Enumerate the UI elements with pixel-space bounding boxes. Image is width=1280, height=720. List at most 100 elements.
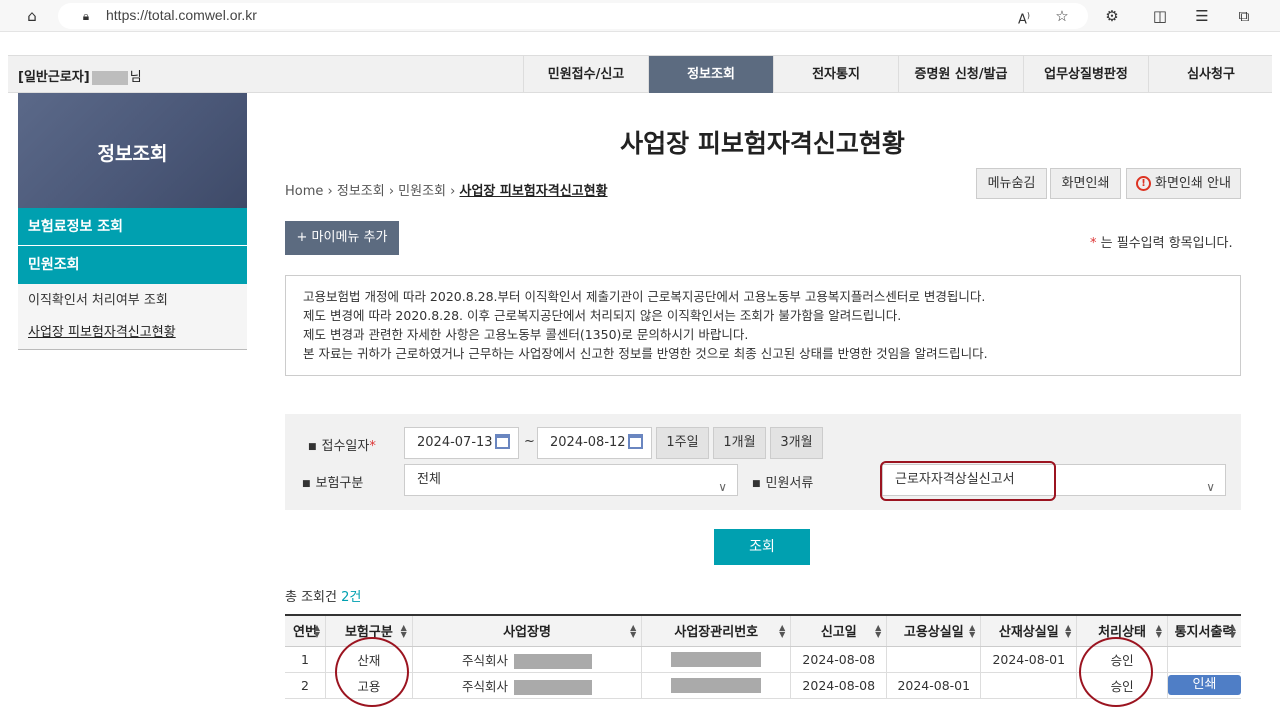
alert-icon: ! (1136, 176, 1152, 191)
required-mark: * (1090, 236, 1101, 251)
col-ind-loss-date[interactable]: 산재상실일 ▲ ▼ (980, 614, 1077, 647)
col-company-id[interactable]: 사업장관리번호 ▲ ▼ (641, 614, 791, 647)
date-tilde: ~ (524, 434, 535, 449)
sidebar-item-civil-inquiry[interactable]: 민원조회 (18, 246, 247, 284)
sort-icon[interactable]: ▲ ▼ (1230, 624, 1236, 639)
menu-civil-complaint[interactable]: 민원접수/신고 (523, 56, 648, 93)
user-greeting: [일반근로자] 님 (18, 66, 142, 85)
sort-icon[interactable]: ▲ ▼ (314, 624, 320, 639)
breadcrumb: Home › 정보조회 › 민원조회 › 사업장 피보험자격신고현황 (285, 184, 608, 199)
print-guide-label: 화면인쇄 안내 (1155, 176, 1231, 191)
sort-icon[interactable]: ▲ ▼ (779, 624, 785, 639)
cell-company-id (641, 646, 791, 673)
menu-certificate[interactable]: 증명원 신청/발급 (898, 56, 1023, 93)
page-title: 사업장 피보험자격신고현황 (620, 129, 905, 158)
user-name-redacted (91, 70, 128, 85)
chevron-down-icon: ∨ (1206, 480, 1215, 494)
read-aloud-icon[interactable]: A) (1014, 6, 1034, 27)
sort-icon[interactable]: ▲ ▼ (1065, 624, 1071, 639)
menu-review-request[interactable]: 심사청구 (1148, 56, 1273, 93)
required-note: * 는 필수입력 항목입니다. (1090, 232, 1233, 251)
print-screen-button[interactable]: 화면인쇄 (1050, 168, 1121, 199)
sidebar-title: 정보조회 (97, 143, 168, 165)
notice-line: 고용보험법 개정에 따라 2020.8.28.부터 이직확인서 제출기관이 근로… (303, 289, 986, 304)
breadcrumb-current: 사업장 피보험자격신고현황 (459, 184, 608, 199)
user-type: [일반근로자] (18, 70, 90, 85)
print-guide-button[interactable]: ! 화면인쇄 안내 (1126, 168, 1241, 199)
col-print[interactable]: 통지서출력 ▲ ▼ (1166, 614, 1241, 647)
extensions-icon[interactable]: ⚙ (1102, 6, 1122, 26)
required-note-text: 는 필수입력 항목입니다. (1100, 236, 1233, 251)
company-id-redacted (671, 652, 762, 667)
period-3month-button[interactable]: 3개월 (770, 427, 823, 459)
col-no[interactable]: 연번 ▲ ▼ (285, 614, 326, 647)
cell-report-date: 2024-08-08 (790, 646, 887, 673)
lock-icon[interactable]: 🔒︎ (76, 6, 96, 26)
split-screen-icon[interactable]: ◫ (1150, 6, 1170, 26)
insurance-select[interactable]: 전체 ∨ (404, 464, 738, 496)
period-1week-button[interactable]: 1주일 (656, 427, 709, 459)
total-number: 2건 (341, 590, 362, 605)
highlight-insurance-type (335, 637, 409, 707)
main-menu: 민원접수/신고 정보조회 전자통지 증명원 신청/발급 업무상질병판정 심사청구 (523, 56, 1273, 93)
top-nav: [일반근로자] 님 민원접수/신고 정보조회 전자통지 증명원 신청/발급 업무상… (8, 55, 1272, 93)
sort-icon[interactable]: ▲ ▼ (875, 624, 881, 639)
home-icon[interactable]: ⌂ (22, 6, 42, 26)
breadcrumb-info[interactable]: 정보조회 (337, 184, 385, 199)
company-redacted (514, 653, 593, 669)
favorite-star-icon[interactable]: ☆ (1052, 6, 1072, 26)
menu-e-notice[interactable]: 전자통지 (773, 56, 898, 93)
date-from-input[interactable]: 2024-07-13 (404, 427, 519, 459)
highlight-doc-type (880, 461, 1056, 501)
total-label: 총 조회건 (285, 590, 337, 605)
sort-icon[interactable]: ▲ ▼ (1156, 624, 1162, 639)
calendar-icon[interactable] (628, 434, 643, 449)
cell-company: 주식회사 (411, 646, 642, 673)
sort-icon[interactable]: ▲ ▼ (401, 624, 407, 639)
browser-toolbar: ⌂ 🔒︎ https://total.comwel.or.kr A) ☆ ⚙ ◫… (0, 0, 1280, 32)
sort-icon[interactable]: ▲ ▼ (969, 624, 975, 639)
search-button[interactable]: 조회 (714, 529, 810, 565)
sidebar-item-premium-info[interactable]: 보험료정보 조회 (18, 208, 247, 246)
doc-type-label: ■ 민원서류 (752, 476, 814, 491)
favorites-list-icon[interactable]: ☰ (1192, 6, 1212, 26)
sidebar-header: 정보조회 (18, 93, 247, 208)
col-report-date[interactable]: 신고일 ▲ ▼ (790, 614, 887, 647)
cell-emp-loss-date (886, 646, 981, 673)
total-count: 총 조회건 2건 (285, 586, 361, 605)
menu-info-inquiry[interactable]: 정보조회 (648, 56, 773, 93)
cell-print: 인쇄 (1166, 672, 1241, 699)
cell-no: 1 (285, 646, 326, 673)
breadcrumb-home[interactable]: Home (285, 184, 323, 199)
cell-ind-loss-date: 2024-08-01 (980, 646, 1077, 673)
col-company[interactable]: 사업장명 ▲ ▼ (411, 614, 642, 647)
print-notice-button[interactable]: 인쇄 (1167, 675, 1241, 695)
sort-icon[interactable]: ▲ ▼ (630, 624, 636, 639)
notice-line: 본 자료는 귀하가 근로하였거나 근무하는 사업장에서 신고한 정보를 반영한 … (303, 346, 988, 361)
company-redacted (514, 679, 593, 695)
add-mymenu-button[interactable]: + 마이메뉴 추가 (285, 221, 399, 255)
cell-report-date: 2024-08-08 (790, 672, 887, 699)
notice-line: 제도 변경에 따라 2020.8.28. 이후 근로복지공단에서 처리되지 않은… (303, 308, 902, 323)
chevron-down-icon: ∨ (718, 480, 727, 494)
cell-company-id (641, 672, 791, 699)
cell-company: 주식회사 (411, 672, 642, 699)
col-emp-loss-date[interactable]: 고용상실일 ▲ ▼ (886, 614, 981, 647)
cell-print (1166, 646, 1241, 673)
period-1month-button[interactable]: 1개월 (713, 427, 766, 459)
date-to-input[interactable]: 2024-08-12 (537, 427, 652, 459)
hide-menu-button[interactable]: 메뉴숨김 (976, 168, 1047, 199)
calendar-icon[interactable] (495, 434, 510, 449)
cell-emp-loss-date: 2024-08-01 (886, 672, 981, 699)
sidebar-item-insured-status[interactable]: 사업장 피보험자격신고현황 (18, 316, 247, 349)
notice-box: 고용보험법 개정에 따라 2020.8.28.부터 이직확인서 제출기관이 근로… (285, 275, 1241, 376)
menu-disease-judgment[interactable]: 업무상질병판정 (1023, 56, 1148, 93)
insurance-label: ■ 보험구분 (302, 476, 364, 491)
company-id-redacted (671, 678, 762, 693)
sidebar-item-separation-cert[interactable]: 이직확인서 처리여부 조회 (18, 284, 247, 317)
breadcrumb-civil[interactable]: 민원조회 (398, 184, 446, 199)
highlight-status (1079, 637, 1153, 707)
cell-no: 2 (285, 672, 326, 699)
url-text[interactable]: https://total.comwel.or.kr (106, 7, 257, 23)
collections-icon[interactable]: ⧉ (1234, 6, 1254, 26)
